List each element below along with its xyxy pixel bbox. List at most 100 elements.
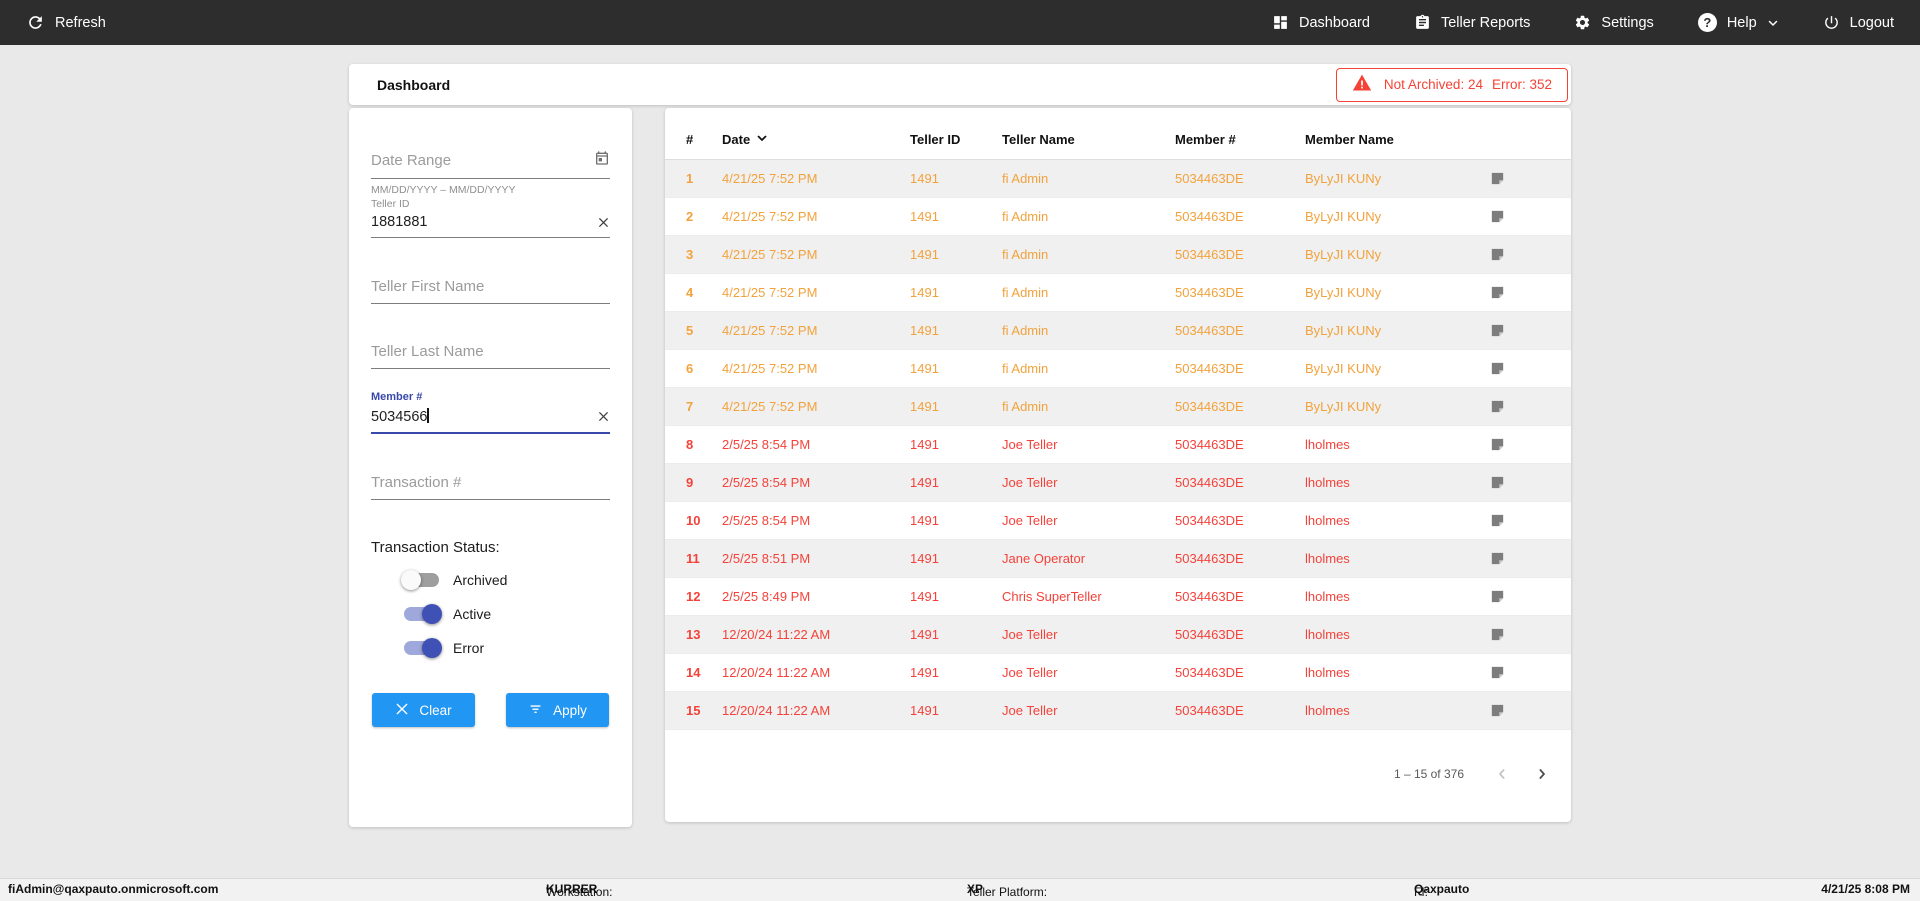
note-icon[interactable]	[1489, 170, 1506, 187]
col-member-number[interactable]: Member #	[1175, 132, 1305, 147]
archived-toggle-label: Archived	[453, 572, 507, 588]
alert-badge[interactable]: Not Archived: 24 Error: 352	[1336, 68, 1568, 102]
nav-teller-reports-label: Teller Reports	[1441, 15, 1530, 31]
table-row[interactable]: 74/21/25 7:52 PM1491fi Admin5034463DEByL…	[665, 388, 1571, 426]
calendar-icon[interactable]	[594, 150, 610, 171]
table-row[interactable]: 92/5/25 8:54 PM1491Joe Teller5034463DElh…	[665, 464, 1571, 502]
table-row[interactable]: 82/5/25 8:54 PM1491Joe Teller5034463DElh…	[665, 426, 1571, 464]
member-number-value[interactable]: 5034566	[371, 408, 429, 425]
cell-teller-id: 1491	[910, 361, 1002, 376]
cell-teller-name: Chris SuperTeller	[1002, 589, 1175, 604]
clear-button[interactable]: Clear	[372, 693, 475, 727]
next-page-icon[interactable]	[1534, 766, 1550, 782]
note-icon[interactable]	[1489, 550, 1506, 567]
member-number-field[interactable]: Member # 5034566	[371, 391, 610, 434]
note-icon[interactable]	[1489, 322, 1506, 339]
cell-member-name: lholmes	[1305, 437, 1489, 452]
teller-platform-info: Teller Platform: XP	[967, 882, 983, 896]
archived-toggle[interactable]	[404, 573, 439, 587]
table-row[interactable]: 64/21/25 7:52 PM1491fi Admin5034463DEByL…	[665, 350, 1571, 388]
cell-date: 4/21/25 7:52 PM	[722, 285, 910, 300]
clear-teller-id-icon[interactable]	[597, 216, 610, 229]
table-row[interactable]: 54/21/25 7:52 PM1491fi Admin5034463DEByL…	[665, 312, 1571, 350]
note-icon[interactable]	[1489, 398, 1506, 415]
cell-member-number: 5034463DE	[1175, 475, 1305, 490]
cell-teller-name: Joe Teller	[1002, 665, 1175, 680]
cell-teller-id: 1491	[910, 665, 1002, 680]
col-teller-id[interactable]: Teller ID	[910, 132, 1002, 147]
nav-dashboard[interactable]: Dashboard	[1272, 14, 1370, 31]
refresh-button[interactable]: Refresh	[26, 13, 106, 32]
date-range-placeholder: Date Range	[371, 152, 451, 169]
teller-id-value[interactable]: 1881881	[371, 214, 427, 230]
note-icon[interactable]	[1489, 626, 1506, 643]
note-icon[interactable]	[1489, 588, 1506, 605]
cell-member-name: ByLyJI KUNy	[1305, 285, 1489, 300]
table-body: 14/21/25 7:52 PM1491fi Admin5034463DEByL…	[665, 160, 1571, 730]
cell-member-name: ByLyJI KUNy	[1305, 399, 1489, 414]
filter-icon	[528, 701, 543, 719]
sort-desc-icon	[755, 131, 769, 148]
transactions-table: # Date Teller ID Teller Name Member # Me…	[665, 108, 1571, 822]
teller-id-field[interactable]: Teller ID 1881881	[371, 198, 610, 238]
col-member-name[interactable]: Member Name	[1305, 132, 1489, 147]
cell-teller-id: 1491	[910, 589, 1002, 604]
cell-member-name: lholmes	[1305, 551, 1489, 566]
help-icon: ?	[1698, 13, 1717, 32]
note-icon[interactable]	[1489, 436, 1506, 453]
table-row[interactable]: 34/21/25 7:52 PM1491fi Admin5034463DEByL…	[665, 236, 1571, 274]
note-icon[interactable]	[1489, 246, 1506, 263]
col-teller-name[interactable]: Teller Name	[1002, 132, 1175, 147]
cell-teller-id: 1491	[910, 323, 1002, 338]
note-icon[interactable]	[1489, 664, 1506, 681]
table-row[interactable]: 122/5/25 8:49 PM1491Chris SuperTeller503…	[665, 578, 1571, 616]
note-icon[interactable]	[1489, 702, 1506, 719]
date-range-field[interactable]: Date Range MM/DD/YYYY – MM/DD/YYYY	[371, 150, 610, 196]
apply-button[interactable]: Apply	[506, 693, 609, 727]
note-icon[interactable]	[1489, 284, 1506, 301]
nav-teller-reports[interactable]: Teller Reports	[1414, 14, 1530, 31]
col-date[interactable]: Date	[722, 131, 910, 148]
clear-button-label: Clear	[419, 703, 451, 718]
cell-date: 12/20/24 11:22 AM	[722, 703, 910, 718]
cell-member-number: 5034463DE	[1175, 171, 1305, 186]
table-row[interactable]: 1412/20/24 11:22 AM1491Joe Teller5034463…	[665, 654, 1571, 692]
cell-teller-id: 1491	[910, 399, 1002, 414]
nav-settings[interactable]: Settings	[1574, 14, 1653, 31]
nav-logout-label: Logout	[1850, 15, 1894, 31]
cell-teller-name: fi Admin	[1002, 285, 1175, 300]
filter-panel: Date Range MM/DD/YYYY – MM/DD/YYYY Telle…	[349, 108, 632, 827]
cell-teller-name: fi Admin	[1002, 209, 1175, 224]
transaction-number-field[interactable]: Transaction #	[371, 474, 610, 500]
teller-last-name-field[interactable]: Teller Last Name	[371, 343, 610, 369]
active-toggle[interactable]	[404, 607, 439, 621]
table-row[interactable]: 14/21/25 7:52 PM1491fi Admin5034463DEByL…	[665, 160, 1571, 198]
table-row[interactable]: 1312/20/24 11:22 AM1491Joe Teller5034463…	[665, 616, 1571, 654]
table-row[interactable]: 112/5/25 8:51 PM1491Jane Operator5034463…	[665, 540, 1571, 578]
cell-member-number: 5034463DE	[1175, 703, 1305, 718]
note-icon[interactable]	[1489, 512, 1506, 529]
teller-first-name-field[interactable]: Teller First Name	[371, 278, 610, 304]
cell-teller-id: 1491	[910, 475, 1002, 490]
prev-page-icon[interactable]	[1494, 766, 1510, 782]
table-row[interactable]: 1512/20/24 11:22 AM1491Joe Teller5034463…	[665, 692, 1571, 730]
nav-help-label: Help	[1727, 15, 1757, 31]
row-number: 10	[686, 513, 722, 528]
note-icon[interactable]	[1489, 360, 1506, 377]
clear-x-icon	[395, 702, 409, 719]
power-icon	[1823, 14, 1840, 31]
cell-member-number: 5034463DE	[1175, 513, 1305, 528]
cell-member-number: 5034463DE	[1175, 551, 1305, 566]
note-icon[interactable]	[1489, 208, 1506, 225]
cell-teller-name: fi Admin	[1002, 247, 1175, 262]
table-row[interactable]: 44/21/25 7:52 PM1491fi Admin5034463DEByL…	[665, 274, 1571, 312]
row-number: 14	[686, 665, 722, 680]
clear-member-number-icon[interactable]	[597, 410, 610, 423]
nav-help[interactable]: ? Help	[1698, 13, 1779, 32]
table-row[interactable]: 102/5/25 8:54 PM1491Joe Teller5034463DEl…	[665, 502, 1571, 540]
note-icon[interactable]	[1489, 474, 1506, 491]
row-number: 13	[686, 627, 722, 642]
table-row[interactable]: 24/21/25 7:52 PM1491fi Admin5034463DEByL…	[665, 198, 1571, 236]
nav-logout[interactable]: Logout	[1823, 14, 1894, 31]
error-toggle[interactable]	[404, 641, 439, 655]
